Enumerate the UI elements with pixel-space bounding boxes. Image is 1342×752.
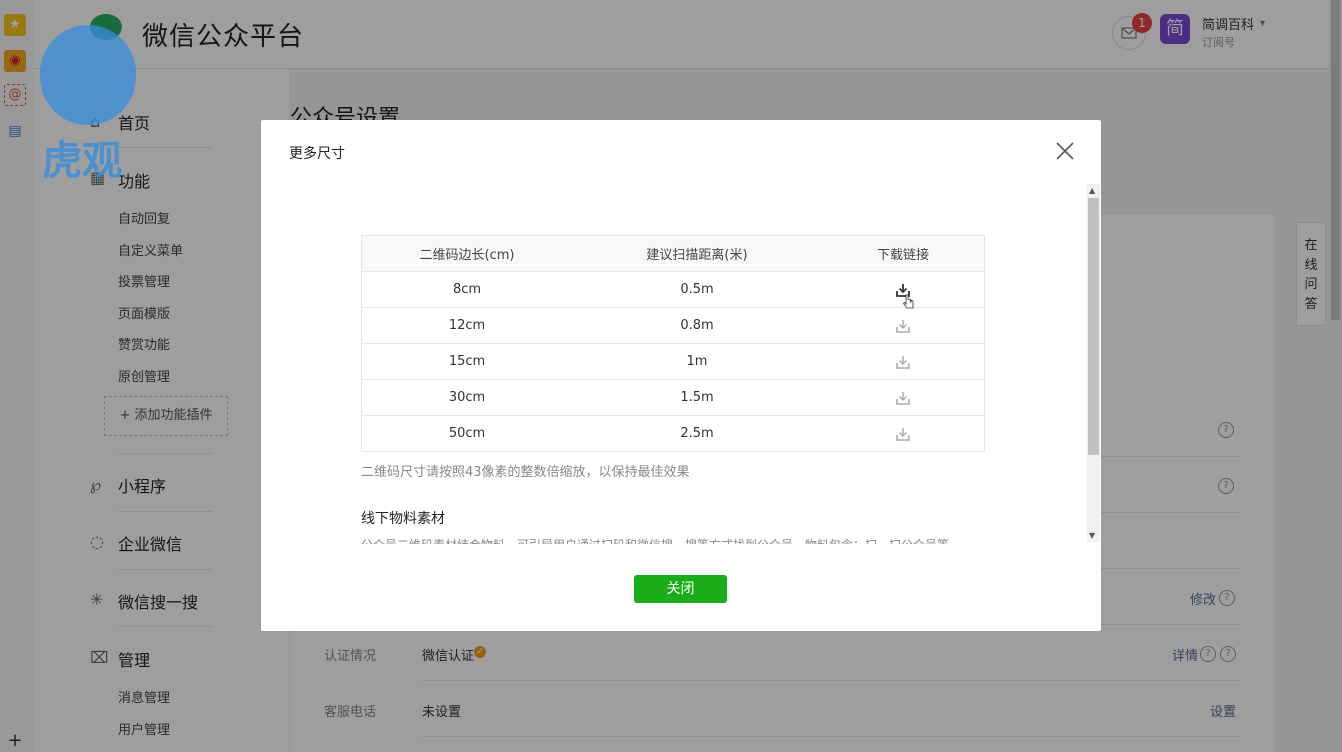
scroll-up-icon[interactable]: ▲ [1089, 186, 1095, 195]
offline-materials-text: 公众号二维码素材结合物料，可引导用户通过扫码和微信搜一搜等方式找到公众号，物料包… [361, 536, 981, 544]
download-icon[interactable] [896, 355, 910, 369]
scroll-down-icon[interactable]: ▼ [1089, 531, 1095, 540]
download-icon[interactable] [896, 391, 910, 405]
qr-size-table: 二维码边长(cm) 建议扫描距离(米) 下载链接 8cm 0.5m 12cm 0… [361, 235, 985, 452]
watermark-logo [40, 25, 136, 125]
column-header: 二维码边长(cm) [361, 235, 572, 272]
close-button[interactable]: 关闭 [634, 575, 727, 603]
mouse-cursor-icon [902, 294, 915, 314]
table-row: 12cm 0.8m [361, 307, 985, 344]
table-row: 50cm 2.5m [361, 415, 985, 452]
download-cell [822, 415, 985, 452]
size-tip: 二维码尺寸请按照43像素的整数倍缩放，以保持最佳效果 [361, 465, 690, 480]
column-header: 下载链接 [822, 235, 985, 272]
watermark-text: 虎观 [42, 138, 122, 184]
scan-distance-cell: 1m [572, 343, 822, 380]
qr-size-cell: 30cm [361, 379, 572, 416]
qr-size-cell: 12cm [361, 307, 572, 344]
qr-size-cell: 8cm [361, 271, 572, 308]
table-row: 8cm 0.5m [361, 271, 985, 308]
offline-materials-heading: 线下物料素材 [361, 511, 445, 527]
table-row: 15cm 1m [361, 343, 985, 380]
dialog-title: 更多尺寸 [289, 146, 345, 162]
close-icon[interactable] [1054, 140, 1076, 162]
download-icon[interactable] [896, 427, 910, 441]
download-cell [822, 379, 985, 416]
scan-distance-cell: 2.5m [572, 415, 822, 452]
table-row: 30cm 1.5m [361, 379, 985, 416]
download-cell [822, 343, 985, 380]
dialog-scrollbar-thumb[interactable] [1088, 198, 1099, 455]
table-header-row: 二维码边长(cm) 建议扫描距离(米) 下载链接 [361, 235, 985, 272]
scan-distance-cell: 0.8m [572, 307, 822, 344]
qr-size-cell: 15cm [361, 343, 572, 380]
scan-distance-cell: 0.5m [572, 271, 822, 308]
scan-distance-cell: 1.5m [572, 379, 822, 416]
qr-size-cell: 50cm [361, 415, 572, 452]
download-icon[interactable] [896, 319, 910, 333]
column-header: 建议扫描距离(米) [572, 235, 822, 272]
